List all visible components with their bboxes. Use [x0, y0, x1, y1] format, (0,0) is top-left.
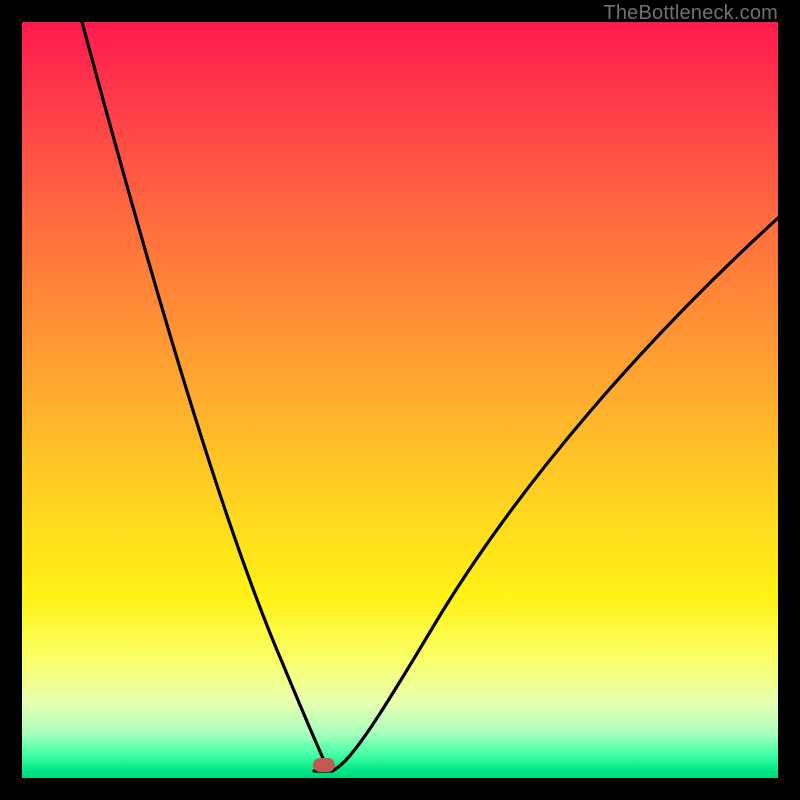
bottleneck-curve [22, 22, 778, 778]
plot-area [22, 22, 778, 778]
curve-right-branch [332, 218, 778, 771]
optimal-marker [313, 758, 335, 772]
curve-left-branch [82, 22, 332, 771]
